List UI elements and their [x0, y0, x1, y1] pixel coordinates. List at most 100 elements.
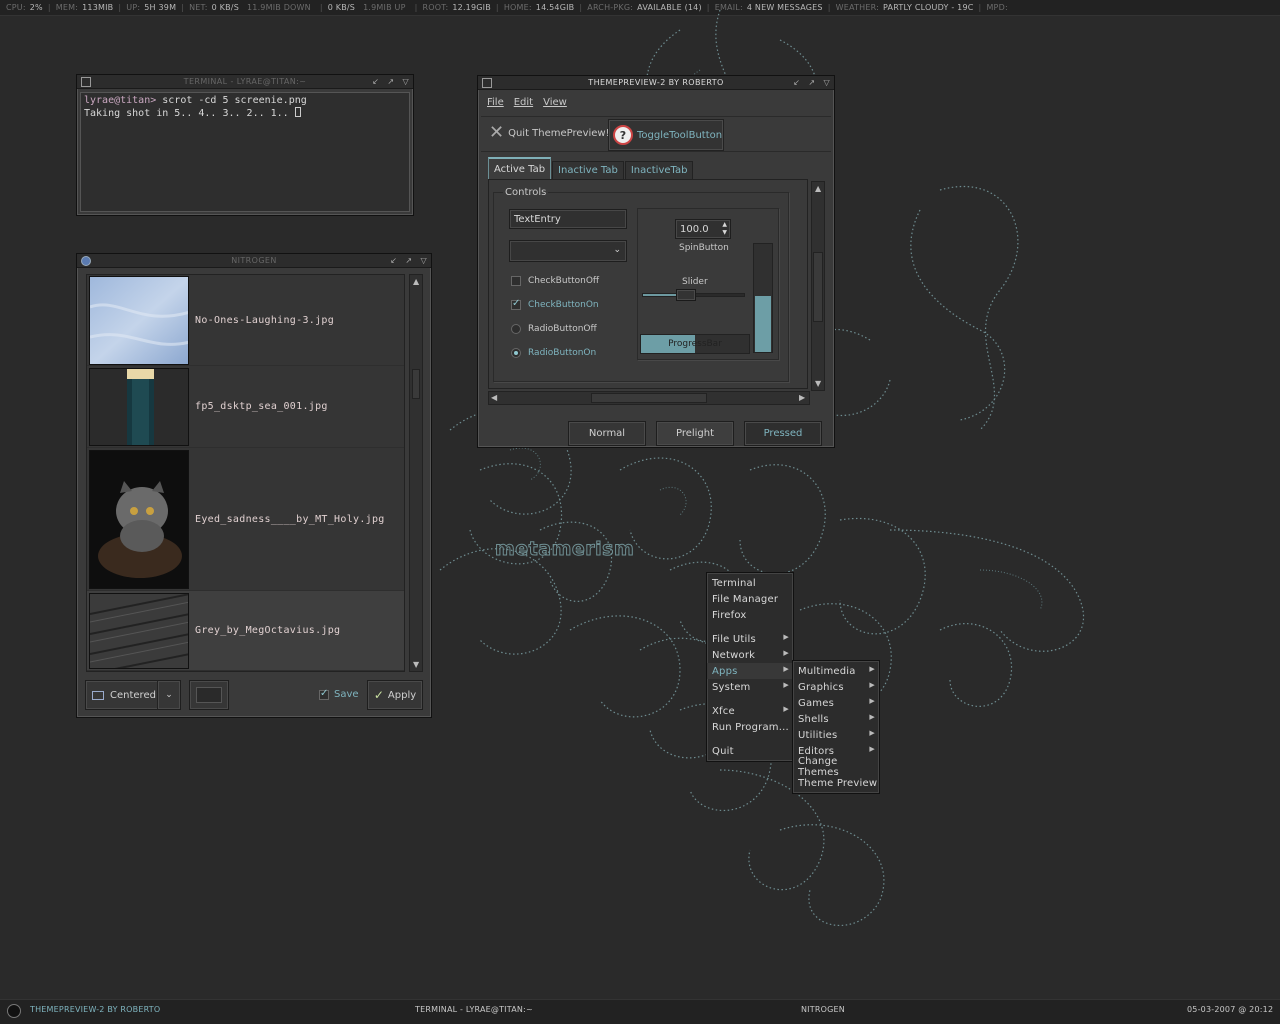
- task-themepreview[interactable]: THEMEPREVIEW-2 BY ROBERTO: [30, 1005, 160, 1014]
- panel-vscrollbar[interactable]: ▲ ▼: [811, 181, 825, 391]
- maximize-icon[interactable]: ↗: [405, 256, 412, 265]
- themepreview-window[interactable]: THEMEPREVIEW-2 BY ROBERTO ↙ ↗ ▽ File Edi…: [477, 75, 835, 448]
- themepreview-titlebar[interactable]: THEMEPREVIEW-2 BY ROBERTO ↙ ↗ ▽: [478, 76, 834, 90]
- menu-item-change-themes[interactable]: Change Themes: [793, 756, 879, 778]
- text-entry[interactable]: TextEntry: [509, 209, 627, 229]
- menu-item-firefox[interactable]: Firefox: [707, 607, 793, 623]
- toggle-tool-button[interactable]: ? ToggleToolButton: [608, 119, 724, 151]
- radio-icon[interactable]: [511, 324, 521, 334]
- list-item[interactable]: fp5_dsktp_sea_001.jpg: [87, 366, 404, 448]
- scroll-up-icon[interactable]: ▲: [413, 278, 419, 286]
- terminal-titlebar[interactable]: TERMINAL - LYRAE@TITAN:~ ↙ ↗ ▽: [77, 75, 413, 89]
- checkmark-icon: ✓: [373, 688, 384, 702]
- wallpaper-thumbnail: [89, 367, 189, 446]
- prelight-button[interactable]: Prelight: [656, 421, 734, 446]
- menu-item-multimedia[interactable]: Multimedia ▶: [793, 663, 879, 679]
- slider-track[interactable]: [642, 289, 745, 301]
- mode-label: Centered: [110, 689, 156, 701]
- save-checkbox[interactable]: Save: [319, 688, 359, 700]
- menu-file[interactable]: File: [487, 97, 504, 108]
- check-button-on[interactable]: CheckButtonOn: [511, 298, 599, 310]
- tab-inactive-1[interactable]: Inactive Tab: [552, 161, 624, 179]
- scroll-thumb[interactable]: [813, 252, 823, 322]
- menu-item-utilities[interactable]: Utilities ▶: [793, 727, 879, 743]
- checkbox-checked-icon[interactable]: [511, 298, 521, 310]
- terminal-body[interactable]: lyrae@titan> scrot -cd 5 screenie.png Ta…: [80, 92, 410, 212]
- bg-color-button[interactable]: [189, 680, 229, 710]
- menu-item-graphics[interactable]: Graphics ▶: [793, 679, 879, 695]
- tab-inactive-2[interactable]: InactiveTab: [624, 161, 694, 179]
- check-button-off[interactable]: CheckButtonOff: [511, 276, 599, 286]
- help-icon: ?: [613, 125, 633, 145]
- scroll-up-icon[interactable]: ▲: [815, 185, 821, 193]
- menu-edit[interactable]: Edit: [514, 97, 533, 108]
- task-nitrogen[interactable]: NITROGEN: [801, 1005, 845, 1014]
- pressed-button[interactable]: Pressed: [744, 421, 822, 446]
- nitrogen-window[interactable]: NITROGEN ↙ ↗ ▽ No-Ones-Laughing-3.jpg fp…: [76, 253, 432, 718]
- minimize-icon[interactable]: ↙: [793, 78, 800, 87]
- nitrogen-titlebar[interactable]: NITROGEN ↙ ↗ ▽: [77, 254, 431, 268]
- save-check-icon[interactable]: [319, 688, 329, 700]
- combo-box[interactable]: ⌄: [509, 240, 627, 262]
- menu-item-run-program[interactable]: Run Program...: [707, 719, 793, 735]
- radio-on-label: RadioButtonOn: [528, 348, 597, 358]
- close-icon[interactable]: ▽: [823, 78, 830, 87]
- menu-item-quit[interactable]: Quit: [707, 743, 793, 759]
- list-item[interactable]: Eyed_sadness____by_MT_Holy.jpg: [87, 448, 404, 591]
- separator: |: [181, 3, 185, 12]
- maximize-icon[interactable]: ↗: [808, 78, 815, 87]
- menu-view[interactable]: View: [543, 97, 567, 108]
- menu-item-games[interactable]: Games ▶: [793, 695, 879, 711]
- scroll-right-icon[interactable]: ▶: [799, 394, 805, 402]
- slider-handle[interactable]: [676, 289, 697, 301]
- close-x-icon: ✕: [489, 122, 505, 143]
- radio-button-on[interactable]: RadioButtonOn: [511, 348, 596, 358]
- task-terminal[interactable]: TERMINAL - LYRAE@TITAN:~: [415, 1005, 533, 1014]
- scroll-thumb[interactable]: [591, 393, 707, 403]
- minimize-icon[interactable]: ↙: [372, 77, 379, 86]
- root-menu[interactable]: Terminal File Manager Firefox File Utils ▶ Ne…: [706, 572, 794, 762]
- close-icon[interactable]: ▽: [420, 256, 427, 265]
- launcher-icon[interactable]: [7, 1004, 21, 1018]
- mode-dropdown-button[interactable]: ⌄: [157, 680, 181, 710]
- scroll-down-icon[interactable]: ▼: [815, 380, 821, 388]
- checkbox-icon[interactable]: [511, 276, 521, 286]
- quit-button[interactable]: ✕ Quit ThemePreview!: [489, 122, 610, 143]
- window-title: THEMEPREVIEW-2 BY ROBERTO: [588, 78, 724, 87]
- radio-button-off[interactable]: RadioButtonOff: [511, 324, 597, 334]
- menu-separator: [707, 695, 793, 703]
- spin-button[interactable]: 100.0 ▲ ▼: [675, 219, 731, 239]
- menu-item-label: Network: [712, 649, 756, 661]
- menu-item-xfce[interactable]: Xfce ▶: [707, 703, 793, 719]
- minimize-icon[interactable]: ↙: [390, 256, 397, 265]
- menu-item-theme-preview[interactable]: Theme Preview: [793, 775, 879, 791]
- menu-item-system[interactable]: System ▶: [707, 679, 793, 695]
- menu-item-network[interactable]: Network ▶: [707, 647, 793, 663]
- spin-arrows-icon[interactable]: ▲ ▼: [722, 221, 727, 237]
- menu-item-shells[interactable]: Shells ▶: [793, 711, 879, 727]
- list-item[interactable]: Grey_by_MegOctavius.jpg: [87, 591, 404, 671]
- wallpaper-filename: Grey_by_MegOctavius.jpg: [195, 625, 341, 636]
- list-scrollbar[interactable]: ▲ ▼: [409, 274, 423, 672]
- wallpaper-list[interactable]: No-Ones-Laughing-3.jpg fp5_dsktp_sea_001…: [86, 274, 405, 672]
- menu-item-file-manager[interactable]: File Manager: [707, 591, 793, 607]
- apply-button[interactable]: ✓ Apply: [367, 680, 423, 710]
- panel-hscrollbar[interactable]: ◀ ▶: [488, 391, 810, 405]
- tab-active[interactable]: Active Tab: [488, 157, 552, 179]
- radio-selected-icon[interactable]: [511, 348, 521, 358]
- scroll-thumb[interactable]: [412, 369, 420, 399]
- menu-item-file-utils[interactable]: File Utils ▶: [707, 631, 793, 647]
- apps-submenu[interactable]: Multimedia ▶ Graphics ▶ Games ▶ Shells ▶ Utiliti…: [792, 660, 880, 794]
- menu-item-terminal[interactable]: Terminal: [707, 575, 793, 591]
- scroll-down-icon[interactable]: ▼: [413, 661, 419, 669]
- list-item[interactable]: No-Ones-Laughing-3.jpg: [87, 275, 404, 366]
- scroll-left-icon[interactable]: ◀: [491, 394, 497, 402]
- menu-item-label: Shells: [798, 713, 829, 725]
- apply-label: Apply: [387, 689, 417, 701]
- menu-item-apps[interactable]: Apps ▶: [707, 663, 793, 679]
- menu-item-label: Quit: [712, 745, 734, 757]
- maximize-icon[interactable]: ↗: [387, 77, 394, 86]
- close-icon[interactable]: ▽: [402, 77, 409, 86]
- terminal-window[interactable]: TERMINAL - LYRAE@TITAN:~ ↙ ↗ ▽ lyrae@tit…: [76, 74, 414, 216]
- normal-button[interactable]: Normal: [568, 421, 646, 446]
